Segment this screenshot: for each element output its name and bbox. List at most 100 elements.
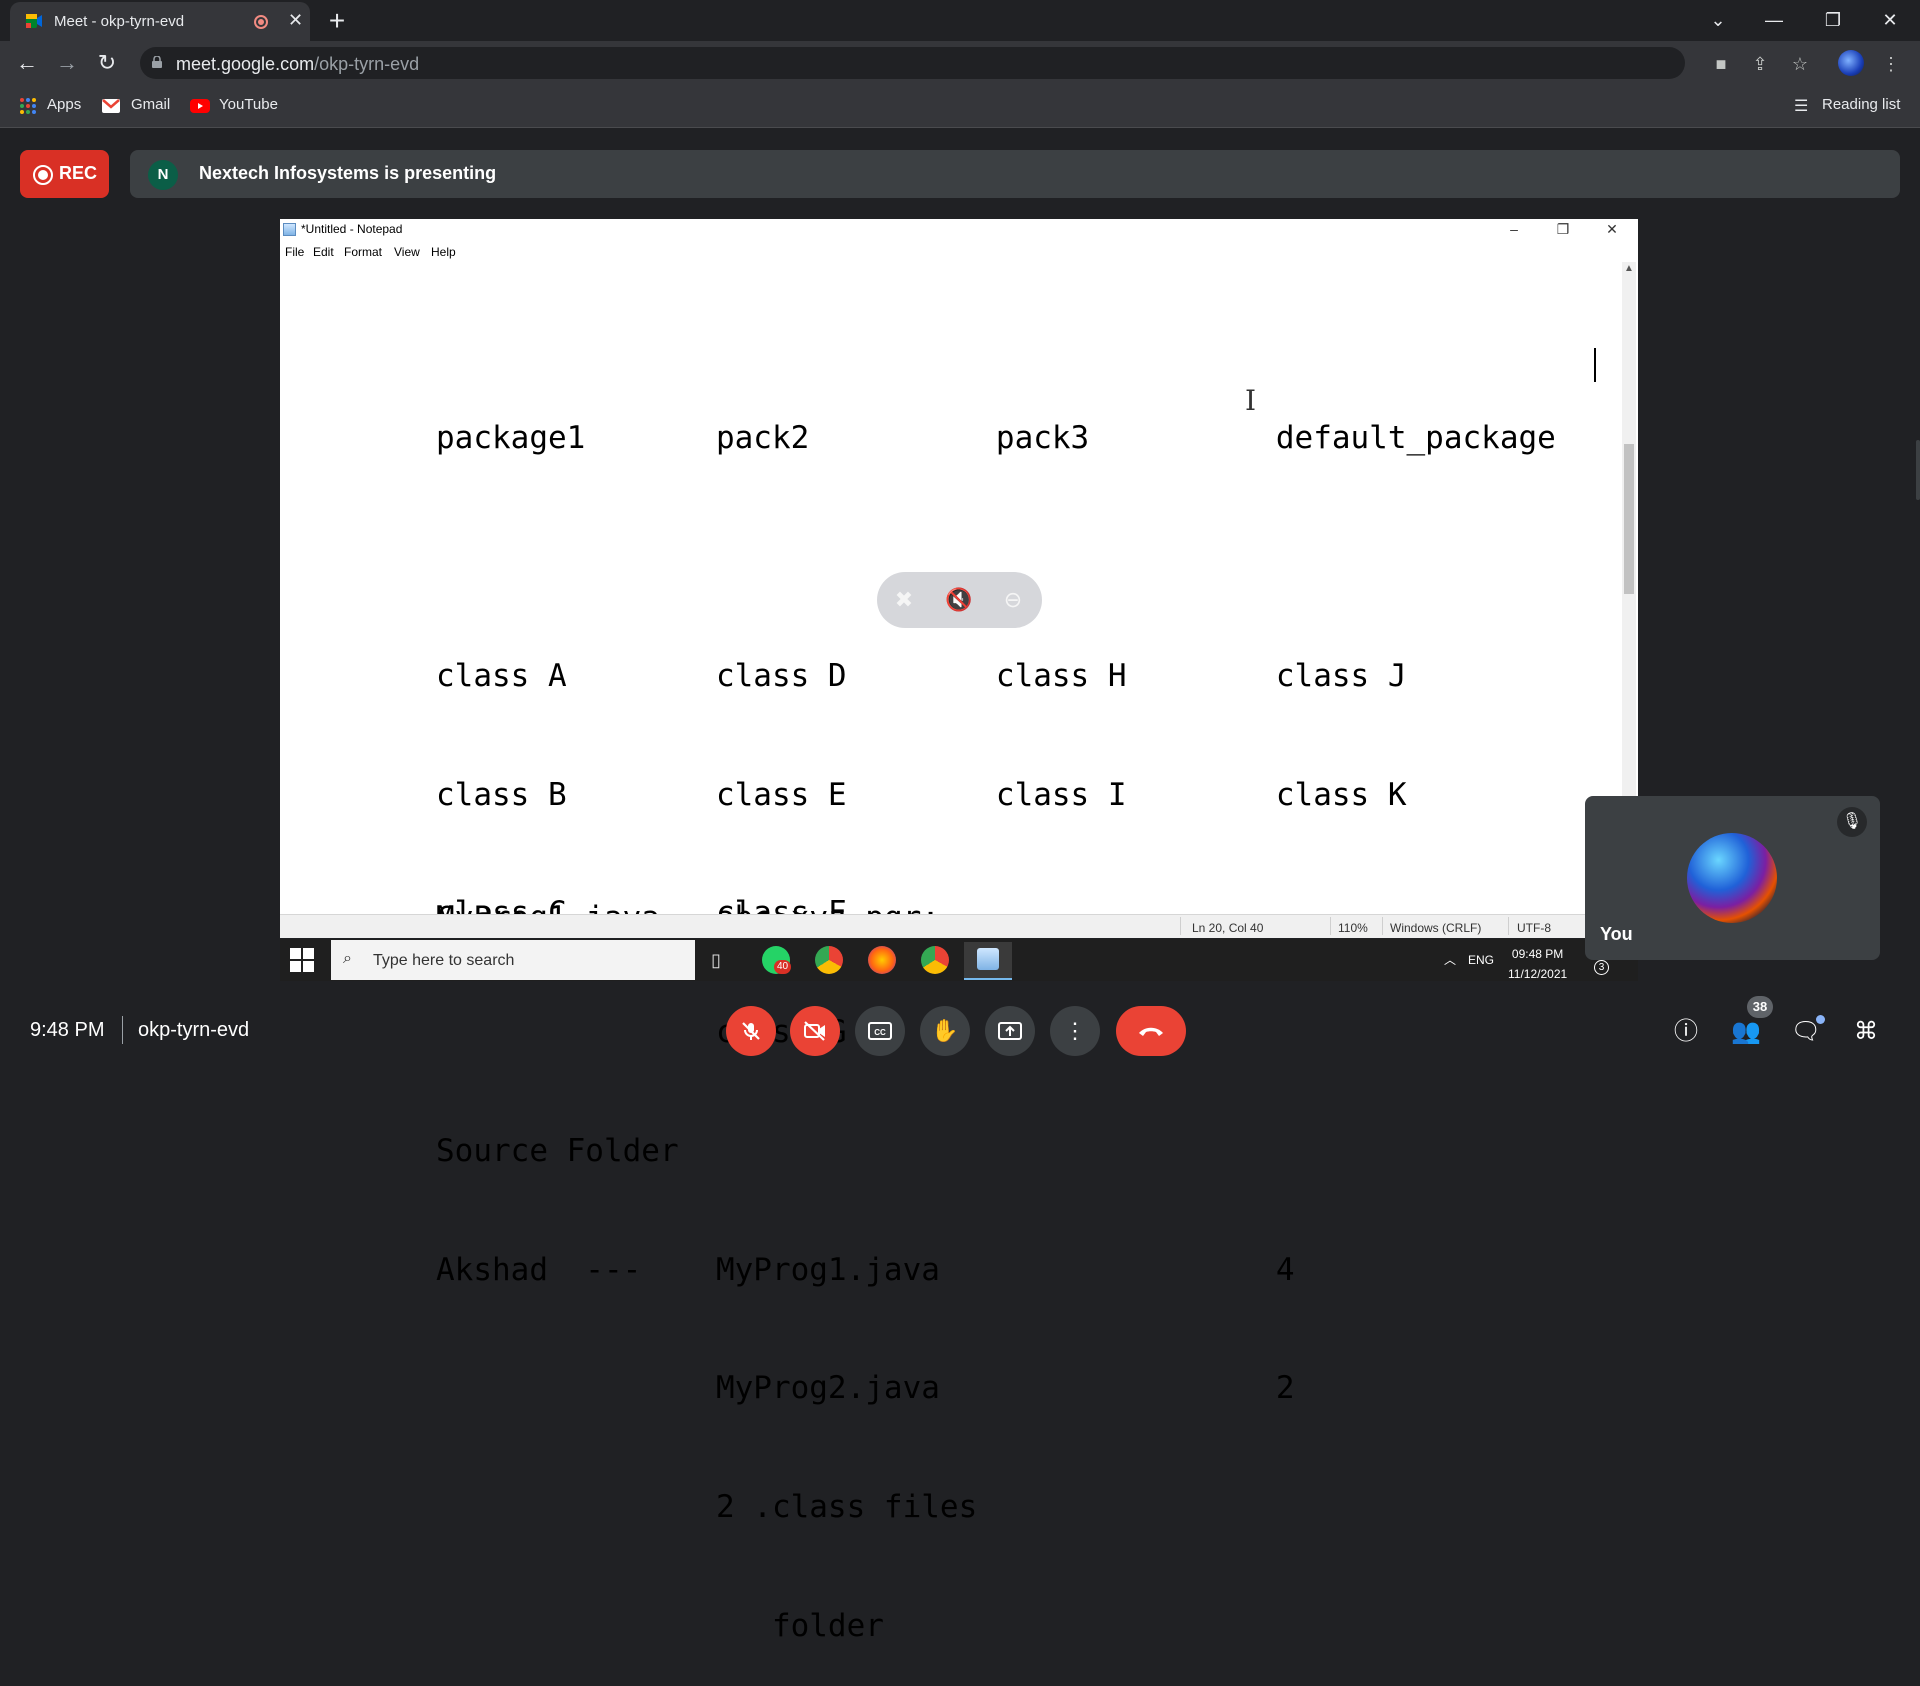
tab-search-dropdown-icon[interactable]: ⌄ — [1690, 0, 1746, 41]
search-icon: ⌕ — [343, 950, 352, 967]
apps-grid-icon — [20, 98, 36, 114]
record-icon — [33, 165, 53, 185]
bookmark-gmail[interactable]: Gmail — [131, 96, 170, 113]
profile-avatar[interactable] — [1838, 50, 1864, 76]
reading-list-icon: ☰ — [1794, 98, 1809, 115]
microphone-toggle-button[interactable] — [726, 1006, 776, 1056]
notepad-title: *Untitled - Notepad — [301, 222, 403, 236]
meeting-clock: 9:48 PM — [30, 1019, 105, 1041]
back-icon[interactable]: ← — [12, 50, 42, 76]
notepad-line: folder — [436, 1608, 884, 1644]
end-call-icon — [1139, 1027, 1163, 1036]
notepad-menu-edit: Edit — [313, 245, 334, 259]
tray-time: 09:48 PM — [1511, 947, 1564, 961]
tab-close-icon[interactable]: ✕ — [288, 10, 303, 31]
taskbar-search-placeholder: Type here to search — [373, 952, 515, 969]
people-icon[interactable]: 👥 — [1730, 1016, 1762, 1048]
mic-off-icon: 🎙 — [1837, 807, 1867, 837]
status-divider — [1382, 917, 1383, 935]
forward-icon[interactable]: → — [52, 50, 82, 76]
unpin-icon[interactable]: ✖ — [890, 586, 918, 614]
divider — [122, 1016, 123, 1044]
more-options-button[interactable]: ⋮ — [1050, 1006, 1100, 1056]
window-restore-button[interactable]: ❐ — [1805, 0, 1861, 41]
whatsapp-badge: 40 — [774, 960, 792, 974]
bookmarks-bar — [0, 84, 1920, 128]
tray-language: ENG — [1468, 953, 1495, 967]
status-zoom: 110% — [1338, 921, 1368, 935]
people-count-badge: 38 — [1747, 996, 1773, 1018]
lock-icon — [152, 56, 162, 68]
notepad-scroll-thumb — [1624, 444, 1634, 594]
reload-icon[interactable]: ↻ — [92, 50, 122, 76]
notepad-line: MyProg2.java 2 — [436, 1370, 1295, 1407]
notification-count: 3 — [1594, 960, 1609, 975]
status-divider — [1180, 917, 1181, 935]
scroll-up-arrow-icon: ▲ — [1624, 263, 1634, 274]
bookmark-apps[interactable]: Apps — [47, 96, 81, 113]
browser-tab[interactable]: Meet - okp-tyrn-evd ✕ — [10, 2, 310, 41]
side-panel-handle[interactable] — [1916, 440, 1920, 500]
notepad-line: Akshad --- MyProg1.java 4 — [436, 1251, 1295, 1288]
remove-icon[interactable]: ⊖ — [999, 586, 1027, 614]
window-close-button[interactable]: ✕ — [1862, 0, 1918, 41]
meeting-details-icon[interactable]: ⓘ — [1670, 1016, 1702, 1048]
notepad-line: Source Folder — [436, 1132, 679, 1169]
more-vertical-icon: ⋮ — [1064, 1018, 1086, 1043]
windows-start-icon — [290, 948, 314, 972]
tab-title: Meet - okp-tyrn-evd — [54, 13, 185, 30]
share-icon[interactable]: ⇪ — [1748, 54, 1772, 75]
status-divider — [1508, 917, 1509, 935]
status-line-endings: Windows (CRLF) — [1390, 921, 1482, 935]
present-now-button[interactable] — [985, 1006, 1035, 1056]
recording-label: REC — [59, 163, 98, 183]
tray-date: 11/12/2021 — [1508, 967, 1568, 981]
chrome-menu-icon[interactable]: ⋮ — [1879, 54, 1903, 75]
camera-toggle-button[interactable] — [790, 1006, 840, 1056]
bookmark-star-icon[interactable]: ☆ — [1788, 54, 1812, 75]
tray-chevron-icon: ︿ — [1444, 953, 1457, 967]
activities-icon[interactable]: ⌘ — [1850, 1016, 1882, 1048]
recording-indicator-icon — [254, 15, 268, 29]
svg-text:CC: CC — [874, 1028, 886, 1037]
status-position: Ln 20, Col 40 — [1192, 921, 1264, 935]
notepad-line: class B class E class I class K — [436, 776, 1407, 813]
notepad-app-icon — [977, 948, 999, 970]
bookmark-youtube[interactable]: YouTube — [219, 96, 278, 113]
youtube-icon — [190, 99, 210, 113]
camera-in-use-icon[interactable]: ■ — [1709, 54, 1733, 75]
notepad-line: package1 pack2 pack3 default_package — [436, 420, 1556, 457]
notepad-line: 2 .class files — [436, 1489, 978, 1526]
mic-off-icon — [742, 1022, 760, 1040]
tray-clock: 09:48 PM 11/12/2021 — [1508, 944, 1567, 984]
present-screen-icon — [998, 1022, 1022, 1040]
url-text[interactable]: meet.google.com/okp-tyrn-evd — [176, 54, 419, 75]
captions-button[interactable]: CC — [855, 1006, 905, 1056]
chrome-icon — [921, 946, 949, 974]
notepad-restore-icon: ❐ — [1556, 221, 1570, 237]
notepad-minimize-icon: – — [1510, 221, 1518, 237]
self-name-label: You — [1600, 924, 1633, 944]
notepad-menu-help: Help — [431, 245, 456, 259]
notepad-menu-view: View — [394, 245, 420, 259]
firefox-icon — [868, 946, 896, 974]
camera-off-icon — [804, 1021, 825, 1041]
text-caret — [1594, 348, 1596, 382]
reading-list-button[interactable]: Reading list — [1822, 96, 1900, 113]
i-beam-cursor-icon: I — [1245, 384, 1257, 417]
notepad-partial-line: MyProg1.java abc.xyz.pqr; — [436, 896, 1036, 914]
url-path: /okp-tyrn-evd — [314, 54, 420, 74]
chat-notification-dot — [1816, 1015, 1825, 1024]
leave-call-button[interactable] — [1116, 1006, 1186, 1056]
url-host: meet.google.com — [176, 54, 315, 74]
status-encoding: UTF-8 — [1517, 921, 1551, 935]
raise-hand-button[interactable]: ✋ — [920, 1006, 970, 1056]
notepad-icon — [283, 223, 296, 236]
mute-audio-icon[interactable]: 🔇 — [945, 586, 973, 614]
notepad-menu-file: File — [285, 245, 305, 259]
window-minimize-button[interactable]: — — [1746, 0, 1802, 41]
task-view-icon: ▯ — [711, 950, 721, 970]
new-tab-button[interactable]: + — [320, 5, 354, 37]
meet-favicon-icon — [26, 14, 42, 28]
notepad-partial-line-text: MyProg1.java abc.xyz.pqr; — [436, 900, 1036, 914]
